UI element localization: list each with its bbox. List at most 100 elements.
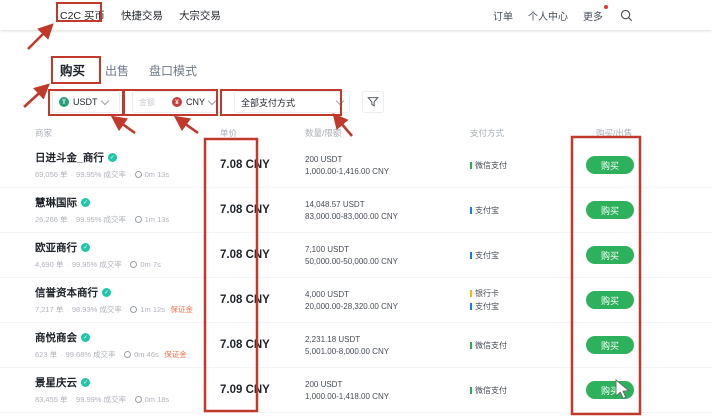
merchant-name[interactable]: 商悦商会 xyxy=(35,330,77,345)
table-row: 慧琳国际 ✓ 26,266 单 · 99.95% 成交率 · 1m 13s 7.… xyxy=(0,188,712,233)
amount-placeholder: 金额 xyxy=(139,97,155,108)
limit-range: 83,000.00-83,000.00 CNY xyxy=(305,212,470,221)
alipay-payment-marker-icon xyxy=(470,303,472,310)
clock-icon xyxy=(135,171,142,178)
payment-methods: 支付宝 xyxy=(470,248,590,262)
order-count: 7,217 单 xyxy=(35,304,63,315)
filter-button[interactable] xyxy=(362,91,384,113)
asset-dropdown[interactable]: T USDT xyxy=(52,91,120,113)
limit-range: 1,000.00-1,416.00 CNY xyxy=(305,167,470,176)
dot-separator: · xyxy=(125,260,128,269)
quantity-cell: 14,048.57 USDT 83,000.00-83,000.00 CNY xyxy=(305,200,470,221)
payment-method-name: 微信支付 xyxy=(475,385,507,396)
buy-button[interactable]: 购买 xyxy=(586,201,634,219)
tab-buy[interactable]: 购买 xyxy=(60,60,85,79)
tab-sell[interactable]: 出售 xyxy=(105,62,129,79)
available-amount: 200 USDT xyxy=(305,155,470,164)
available-amount: 7,100 USDT xyxy=(305,245,470,254)
dot-separator: · xyxy=(125,305,128,314)
completion-rate: 99.95% 成交率 xyxy=(72,259,122,270)
search-icon[interactable] xyxy=(618,7,634,23)
payment-methods: 微信支付 xyxy=(470,158,590,172)
wechat-payment-marker-icon xyxy=(470,162,472,169)
completion-rate: 99.95% 成交率 xyxy=(76,214,126,225)
quantity-cell: 200 USDT 1,000.00-1,418.00 CNY xyxy=(305,380,470,401)
funnel-icon xyxy=(367,96,379,108)
tab-orderbook-mode[interactable]: 盘口模式 xyxy=(149,62,197,79)
buy-button[interactable]: 购买 xyxy=(586,156,634,174)
buy-button[interactable]: 购买 xyxy=(586,291,634,309)
nav-item-block-trade[interactable]: 大宗交易 xyxy=(179,8,221,23)
dot-separator: · xyxy=(129,215,132,224)
merchant-name[interactable]: 日进斗金_商行 xyxy=(35,150,104,165)
dot-separator: · xyxy=(71,215,74,224)
price: 7.08 CNY xyxy=(220,339,305,351)
notification-dot-icon xyxy=(604,5,608,9)
price: 7.09 CNY xyxy=(220,384,305,396)
completion-rate: 99.99% 成交率 xyxy=(76,394,126,405)
action-cell: 购买 xyxy=(590,291,702,310)
dot-separator: · xyxy=(60,350,63,359)
release-time: 0m 18s xyxy=(145,395,170,404)
dot-separator: · xyxy=(71,395,74,404)
nav-item-c2c-buy[interactable]: C2C 买币 xyxy=(60,8,105,23)
table-row: 商悦商会 ✓ 623 单 · 99.68% 成交率 · 0m 46s ·保证金 … xyxy=(0,323,712,368)
price: 7.08 CNY xyxy=(220,249,305,261)
payment-method: 支付宝 xyxy=(470,301,590,312)
nav-left-group: C2C 买币 快捷交易 大宗交易 xyxy=(0,8,221,23)
action-cell: 购买 xyxy=(590,336,702,355)
chevron-down-icon xyxy=(336,96,344,104)
dot-separator: · xyxy=(71,170,74,179)
verified-badge-icon: ✓ xyxy=(81,333,90,342)
merchant-name[interactable]: 欧亚商行 xyxy=(35,240,77,255)
merchant-cell: 欧亚商行 ✓ 4,690 单 · 99.95% 成交率 · 0m 7s xyxy=(35,240,220,270)
buy-button[interactable]: 购买 xyxy=(586,246,634,264)
nav-item-express-trade[interactable]: 快捷交易 xyxy=(121,8,163,23)
payment-methods: 微信支付 xyxy=(470,338,590,352)
usdt-icon: T xyxy=(59,97,69,107)
buy-button[interactable]: 购买 xyxy=(586,336,634,354)
available-amount: 200 USDT xyxy=(305,380,470,389)
payment-method-dropdown[interactable]: 全部支付方式 xyxy=(234,91,350,113)
action-cell: 购买 xyxy=(590,381,702,400)
order-count: 623 单 xyxy=(35,349,57,360)
available-amount: 2,231.18 USDT xyxy=(305,335,470,344)
payment-method: 微信支付 xyxy=(470,340,590,351)
header-payment: 支付方式 xyxy=(470,127,590,139)
table-row: 景星庆云 ✓ 83,455 单 · 99.99% 成交率 · 0m 18s 7.… xyxy=(0,368,712,413)
verified-badge-icon: ✓ xyxy=(81,198,90,207)
dot-separator: · xyxy=(66,305,69,314)
merchant-name[interactable]: 慧琳国际 xyxy=(35,195,77,210)
price: 7.08 CNY xyxy=(220,294,305,306)
action-cell: 购买 xyxy=(590,246,702,265)
trade-tabs: 购买 出售 盘口模式 xyxy=(60,60,197,79)
nav-item-more[interactable]: 更多 xyxy=(583,8,603,23)
available-amount: 4,000 USDT xyxy=(305,290,470,299)
wechat-payment-marker-icon xyxy=(470,387,472,394)
alipay-payment-marker-icon xyxy=(470,207,472,214)
merchant-cell: 慧琳国际 ✓ 26,266 单 · 99.95% 成交率 · 1m 13s xyxy=(35,195,220,225)
filter-bar: T USDT 金额 ¥ CNY 全部支付方式 xyxy=(52,91,384,113)
payment-method: 微信支付 xyxy=(470,160,590,171)
table-row: 信誉资本商行 ✓ 7,217 单 · 98.93% 成交率 · 1m 12s ·… xyxy=(0,278,712,323)
header-price: 单价 xyxy=(220,127,305,139)
buy-button[interactable]: 购买 xyxy=(586,381,634,399)
nav-item-profile[interactable]: 个人中心 xyxy=(528,8,568,23)
chevron-down-icon xyxy=(100,96,108,104)
nav-item-orders[interactable]: 订单 xyxy=(493,8,513,23)
clock-icon xyxy=(130,306,137,313)
dot-separator: · xyxy=(66,260,69,269)
nav-right-group: 订单 个人中心 更多 xyxy=(493,0,634,30)
order-count: 83,455 单 xyxy=(35,394,68,405)
payment-method: 支付宝 xyxy=(470,250,590,261)
completion-rate: 99.95% 成交率 xyxy=(76,169,126,180)
merchant-name[interactable]: 景星庆云 xyxy=(35,375,77,390)
amount-input[interactable]: 金额 ¥ CNY xyxy=(132,91,222,113)
merchant-cell: 信誉资本商行 ✓ 7,217 单 · 98.93% 成交率 · 1m 12s ·… xyxy=(35,285,220,315)
merchant-name[interactable]: 信誉资本商行 xyxy=(35,285,98,300)
payment-methods: 支付宝 xyxy=(470,203,590,217)
bankcard-payment-marker-icon xyxy=(470,290,472,297)
merchant-cell: 景星庆云 ✓ 83,455 单 · 99.99% 成交率 · 0m 18s xyxy=(35,375,220,405)
fiat-dropdown-value: CNY xyxy=(186,97,205,107)
more-label: 更多 xyxy=(583,12,603,23)
